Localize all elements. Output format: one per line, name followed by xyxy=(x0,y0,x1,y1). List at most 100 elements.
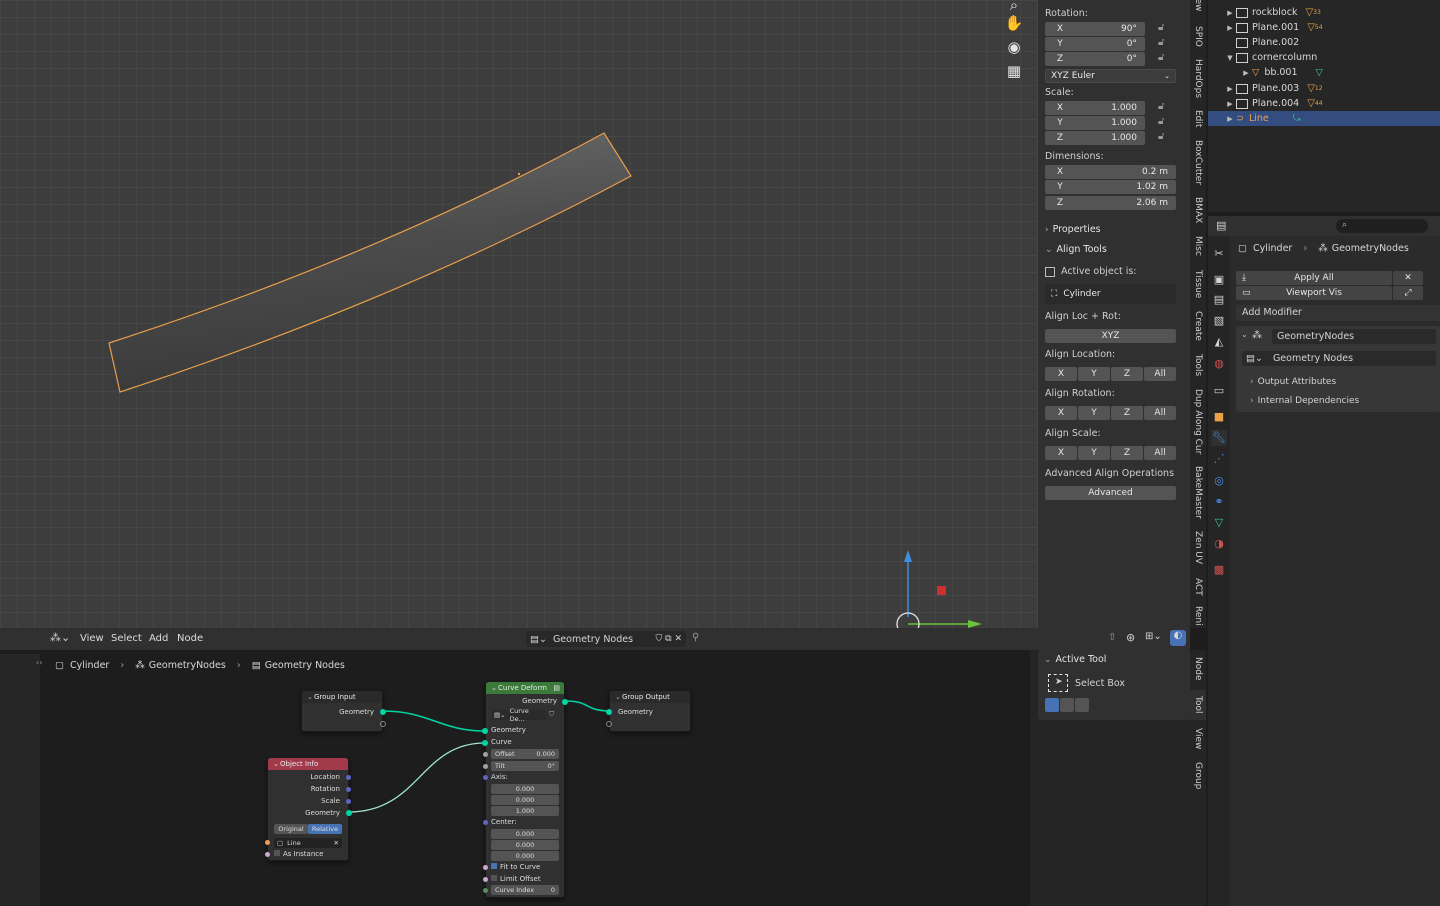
lock-icon[interactable]: 🔓︎ xyxy=(1158,116,1164,127)
properties-panel-header[interactable]: › Properties xyxy=(1045,224,1101,235)
scale-z-field[interactable]: Z 1.000 xyxy=(1045,131,1145,145)
align-rotation-all-button[interactable]: All xyxy=(1144,406,1176,420)
lock-icon[interactable]: 🔓︎ xyxy=(1158,131,1164,142)
snap-icon[interactable]: ⊛ xyxy=(1126,631,1135,644)
node-editor[interactable]: ⁂⌄ View Select Add Node ▤⌄ Geometry Nodes… xyxy=(0,628,1190,906)
fake-user-icon[interactable]: ⛉ xyxy=(549,710,554,719)
boolean-socket[interactable] xyxy=(483,865,488,870)
tab-boxcutter[interactable]: BoxCutter xyxy=(1190,138,1206,188)
align-tools-panel-header[interactable]: ⌄ Align Tools xyxy=(1045,244,1107,255)
apply-all-button[interactable]: ⤓ Apply All xyxy=(1236,271,1392,285)
outliner-row-selected[interactable]: ▶ ⊃ Line ⤿ xyxy=(1208,111,1440,126)
tab-view[interactable]: iew xyxy=(1190,0,1206,14)
tab-node[interactable]: Node xyxy=(1190,652,1206,686)
tab-hardops[interactable]: HardOps xyxy=(1190,56,1206,102)
lock-icon[interactable]: 🔓︎ xyxy=(1158,52,1164,63)
collection-tab-icon[interactable]: ▭ xyxy=(1211,383,1227,399)
output-attributes-subpanel[interactable]: › Output Attributes xyxy=(1250,377,1336,387)
align-scale-y-button[interactable]: Y xyxy=(1078,446,1110,460)
tab-render[interactable]: Reni xyxy=(1190,604,1206,628)
align-scale-all-button[interactable]: All xyxy=(1144,446,1176,460)
select-mode-extend-icon[interactable] xyxy=(1060,698,1074,712)
geometry-socket[interactable] xyxy=(380,709,386,715)
outliner-row[interactable]: ▶ Plane.001 ▽ 54 xyxy=(1208,20,1440,35)
boolean-socket[interactable] xyxy=(265,852,270,857)
empty-socket[interactable] xyxy=(380,721,386,727)
tab-act[interactable]: ACT xyxy=(1190,574,1206,600)
constraints-tab-icon[interactable]: ⚭ xyxy=(1211,494,1227,510)
tab-tools[interactable]: Tools xyxy=(1190,350,1206,380)
curve-index-field[interactable]: Curve Index 0 xyxy=(491,885,559,895)
hand-icon[interactable]: ✋ xyxy=(1003,12,1025,34)
world-tab-icon[interactable]: ◍ xyxy=(1211,356,1227,372)
vector-socket[interactable] xyxy=(483,820,488,825)
object-field[interactable]: ▢ Line ✕ xyxy=(274,838,342,848)
align-rotation-z-button[interactable]: Z xyxy=(1111,406,1143,420)
dimensions-y-field[interactable]: Y 1.02 m xyxy=(1045,180,1176,194)
rotation-x-field[interactable]: X 90° xyxy=(1045,22,1145,36)
rotation-z-field[interactable]: Z 0° xyxy=(1045,52,1145,66)
scene-tab-icon[interactable]: ◭ xyxy=(1211,334,1227,350)
tilt-field[interactable]: Tilt 0° xyxy=(491,761,559,771)
group-input-node[interactable]: ⌄ Group Input Geometry xyxy=(301,690,386,732)
axis-x-field[interactable]: 0.000 xyxy=(491,784,559,794)
align-loc-rot-xyz-button[interactable]: XYZ xyxy=(1045,329,1176,343)
fit-to-curve-checkbox[interactable]: Fit to Curve xyxy=(491,863,540,871)
outliner-row[interactable]: ▶ rockblock ▽ 33 xyxy=(1208,5,1440,20)
camera-icon[interactable]: ◉ xyxy=(1003,36,1025,58)
internal-dependencies-subpanel[interactable]: › Internal Dependencies xyxy=(1250,396,1359,406)
center-z-field[interactable]: 0.000 xyxy=(491,851,559,861)
align-rotation-x-button[interactable]: X xyxy=(1045,406,1077,420)
tab-spio[interactable]: SPIO xyxy=(1190,22,1206,50)
center-y-field[interactable]: 0.000 xyxy=(491,840,559,850)
active-tool-header[interactable]: ⌄ Active Tool xyxy=(1044,654,1106,665)
3d-viewport[interactable]: ⌕ ✋ ◉ ▦ xyxy=(0,0,1038,628)
geometry-socket[interactable] xyxy=(346,810,352,816)
empty-socket[interactable] xyxy=(606,721,612,727)
search-input[interactable]: ⌕ xyxy=(1336,219,1428,233)
render-tab-icon[interactable]: ▣ xyxy=(1211,272,1227,288)
lock-icon[interactable]: 🔓︎ xyxy=(1158,37,1164,48)
tab-tool[interactable]: Tool xyxy=(1190,690,1206,720)
object-tab-icon[interactable]: ■ xyxy=(1211,409,1227,425)
outliner-row[interactable]: Plane.002 xyxy=(1208,35,1440,50)
lock-icon[interactable]: 🔓︎ xyxy=(1158,101,1164,112)
boolean-socket[interactable] xyxy=(483,877,488,882)
scale-y-field[interactable]: Y 1.000 xyxy=(1045,116,1145,130)
geometry-socket[interactable] xyxy=(562,699,568,705)
outliner-row[interactable]: ▶ Plane.004 ▽ 44 xyxy=(1208,96,1440,111)
editor-type-icon[interactable]: ▤ xyxy=(1216,219,1226,232)
group-output-node[interactable]: ⌄ Group Output Geometry xyxy=(606,690,691,732)
dimensions-z-field[interactable]: Z 2.06 m xyxy=(1045,196,1176,210)
dimensions-x-field[interactable]: X 0.2 m xyxy=(1045,165,1176,179)
tab-bmax[interactable]: BMAX xyxy=(1190,194,1206,226)
tab-tissue[interactable]: Tissue xyxy=(1190,266,1206,302)
parent-node-icon[interactable]: ⇧ xyxy=(1108,632,1116,643)
output-tab-icon[interactable]: ▤ xyxy=(1211,292,1227,308)
tab-group[interactable]: Group xyxy=(1190,758,1206,794)
geometry-socket[interactable] xyxy=(606,709,612,715)
as-instance-checkbox[interactable]: As Instance xyxy=(274,850,323,858)
align-location-z-button[interactable]: Z xyxy=(1111,367,1143,381)
align-location-all-button[interactable]: All xyxy=(1144,367,1176,381)
tool-tab-icon[interactable]: ✂ xyxy=(1211,246,1227,262)
vector-socket[interactable] xyxy=(346,799,351,804)
tab-edit[interactable]: Edit xyxy=(1190,108,1206,130)
mode-original-button[interactable]: Original xyxy=(274,824,308,834)
node-group-selector[interactable]: ▤⌄ Geometry Nodes xyxy=(1242,351,1436,366)
float-socket[interactable] xyxy=(483,764,488,769)
integer-socket[interactable] xyxy=(483,888,488,893)
tab-zen-uv[interactable]: Zen UV xyxy=(1190,528,1206,568)
vector-socket[interactable] xyxy=(483,775,488,780)
outliner-row[interactable]: ▼ cornercolumn xyxy=(1208,50,1440,65)
select-mode-new-icon[interactable] xyxy=(1045,698,1059,712)
data-tab-icon[interactable]: ▽ xyxy=(1211,515,1227,531)
outliner-row[interactable]: ▶ ▽ bb.001 ▽ xyxy=(1208,65,1440,80)
tab-misc[interactable]: Misc xyxy=(1190,232,1206,260)
outliner-row[interactable]: ▶ Plane.003 ▽ 12 xyxy=(1208,81,1440,96)
align-rotation-y-button[interactable]: Y xyxy=(1078,406,1110,420)
advanced-button[interactable]: Advanced xyxy=(1045,486,1176,500)
physics-tab-icon[interactable]: ◎ xyxy=(1211,473,1227,489)
node-group-dropdown[interactable]: ▤⌄ Curve De... xyxy=(492,707,546,723)
tab-create[interactable]: Create xyxy=(1190,308,1206,344)
